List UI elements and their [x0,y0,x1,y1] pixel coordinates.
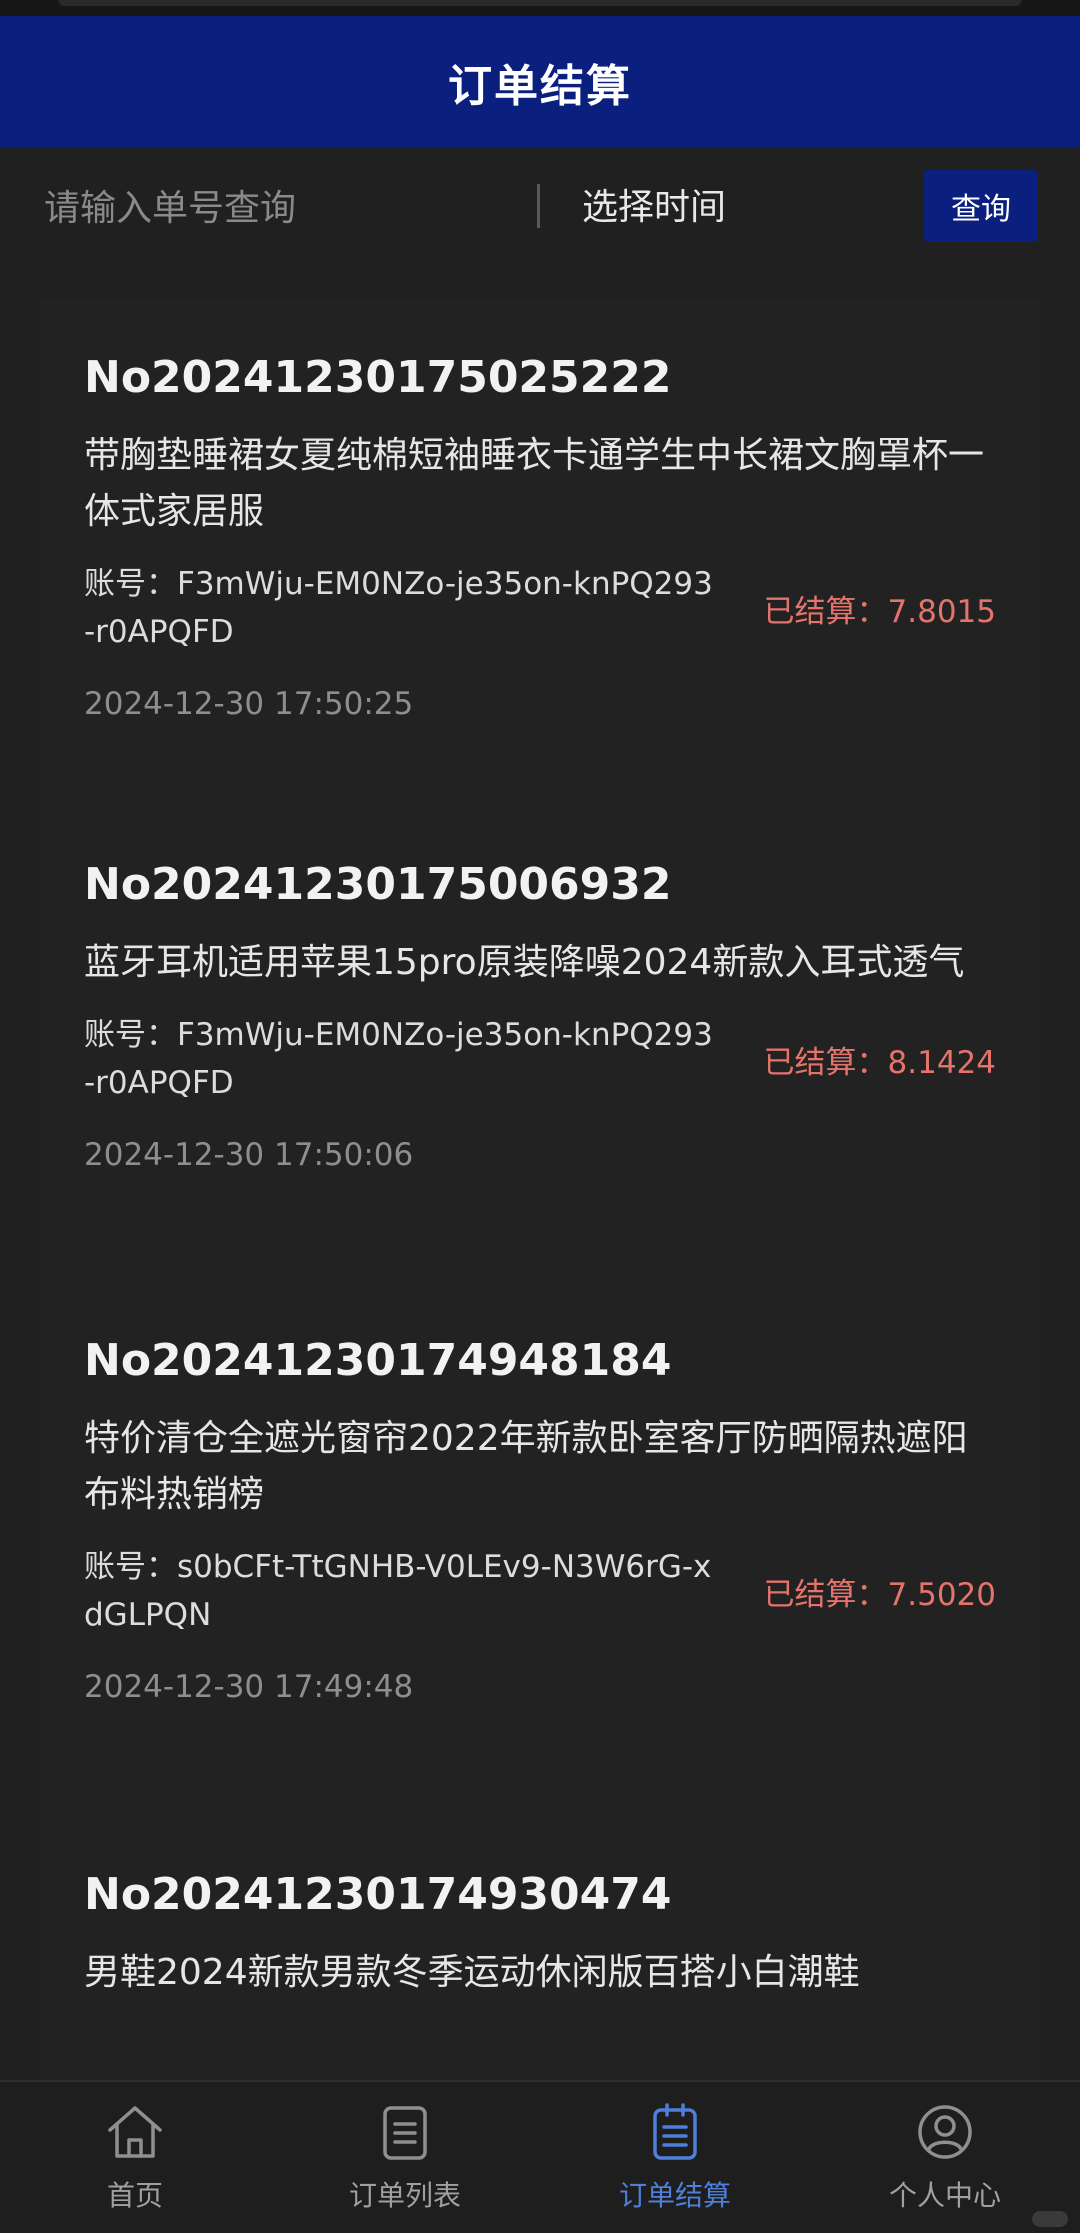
header: 订单结算 [0,16,1080,148]
order-status: 已结算：7.5020 [763,1576,996,1613]
order-list-icon [375,2102,435,2162]
order-account: 账号：s0bCFt-TtGNHB-V0LEv9-N3W6rG-xdGLPQN [84,1549,712,1633]
nav-label: 订单列表 [348,2179,461,2212]
date-picker[interactable]: 选择时间 [582,178,726,238]
query-button[interactable]: 查询 [924,170,1038,242]
order-title: 特价清仓全遮光窗帘2022年新款卧室客厅防晒隔热遮阳布料热销榜 [84,1418,968,1515]
page-title: 订单结算 [448,61,632,112]
order-meta: 账号：s0bCFt-TtGNHB-V0LEv9-N3W6rG-xdGLPQN 已… [84,1543,996,1639]
order-card[interactable]: No20241230175025222 带胸垫睡裙女夏纯棉短袖睡衣卡通学生中长裙… [40,300,1040,785]
order-time: 2024-12-30 17:50:25 [84,686,414,722]
nav-item-settlement[interactable]: 订单结算 [540,2082,810,2233]
search-bar: 选择时间 查询 [0,148,1080,268]
order-time: 2024-12-30 17:50:06 [84,1137,414,1173]
order-card[interactable]: No20241230174930474 男鞋2024新款男款冬季运动休闲版百搭小… [40,1795,1040,2080]
order-account: 账号：F3mWju-EM0NZo-je35on-knPQ293-r0APQFD [84,1017,713,1101]
order-title: 男鞋2024新款男款冬季运动休闲版百搭小白潮鞋 [84,1952,860,1993]
home-icon [105,2102,165,2162]
order-status: 已结算：8.1424 [763,1044,996,1081]
order-status: 已结算：7.8015 [763,593,996,630]
order-title: 带胸垫睡裙女夏纯棉短袖睡衣卡通学生中长裙文胸罩杯一体式家居服 [84,435,985,532]
order-time: 2024-12-30 17:49:48 [84,1669,414,1705]
order-card[interactable]: No20241230174948184 特价清仓全遮光窗帘2022年新款卧室客厅… [40,1261,1040,1795]
nav-label: 订单结算 [618,2179,731,2212]
order-meta: 账号：F3mWju-EM0NZo-je35on-knPQ293-r0APQFD … [84,1011,996,1107]
order-number: No20241230175006932 [84,859,672,910]
order-list: No20241230175025222 带胸垫睡裙女夏纯棉短袖睡衣卡通学生中长裙… [40,300,1040,2080]
bottom-nav: 首页 订单列表 订单结算 个人中心 [0,2080,1080,2233]
status-strip [0,0,1080,16]
order-card[interactable]: No20241230175006932 蓝牙耳机适用苹果15pro原装降噪202… [40,785,1040,1261]
nav-item-order-list[interactable]: 订单列表 [270,2082,540,2233]
nav-label: 首页 [106,2179,163,2212]
user-icon [915,2102,975,2162]
nav-label: 个人中心 [888,2179,1001,2212]
corner-badge [1032,2211,1068,2227]
order-number: No20241230174948184 [84,1335,672,1386]
page: 订单结算 选择时间 查询 No20241230175025222 带胸垫睡裙女夏… [0,0,1080,2233]
order-account: 账号：F3mWju-EM0NZo-je35on-knPQ293-r0APQFD [84,566,713,650]
order-search-input[interactable] [44,178,504,238]
order-title: 蓝牙耳机适用苹果15pro原装降噪2024新款入耳式透气 [84,942,965,983]
settlement-icon [645,2102,705,2162]
nav-item-home[interactable]: 首页 [0,2082,270,2233]
order-meta: 账号：F3mWju-EM0NZo-je35on-knPQ293-r0APQFD … [84,560,996,656]
order-number: No20241230174930474 [84,1869,672,1920]
order-number: No20241230175025222 [84,352,672,403]
search-divider [537,184,540,228]
status-pill [58,0,1022,6]
